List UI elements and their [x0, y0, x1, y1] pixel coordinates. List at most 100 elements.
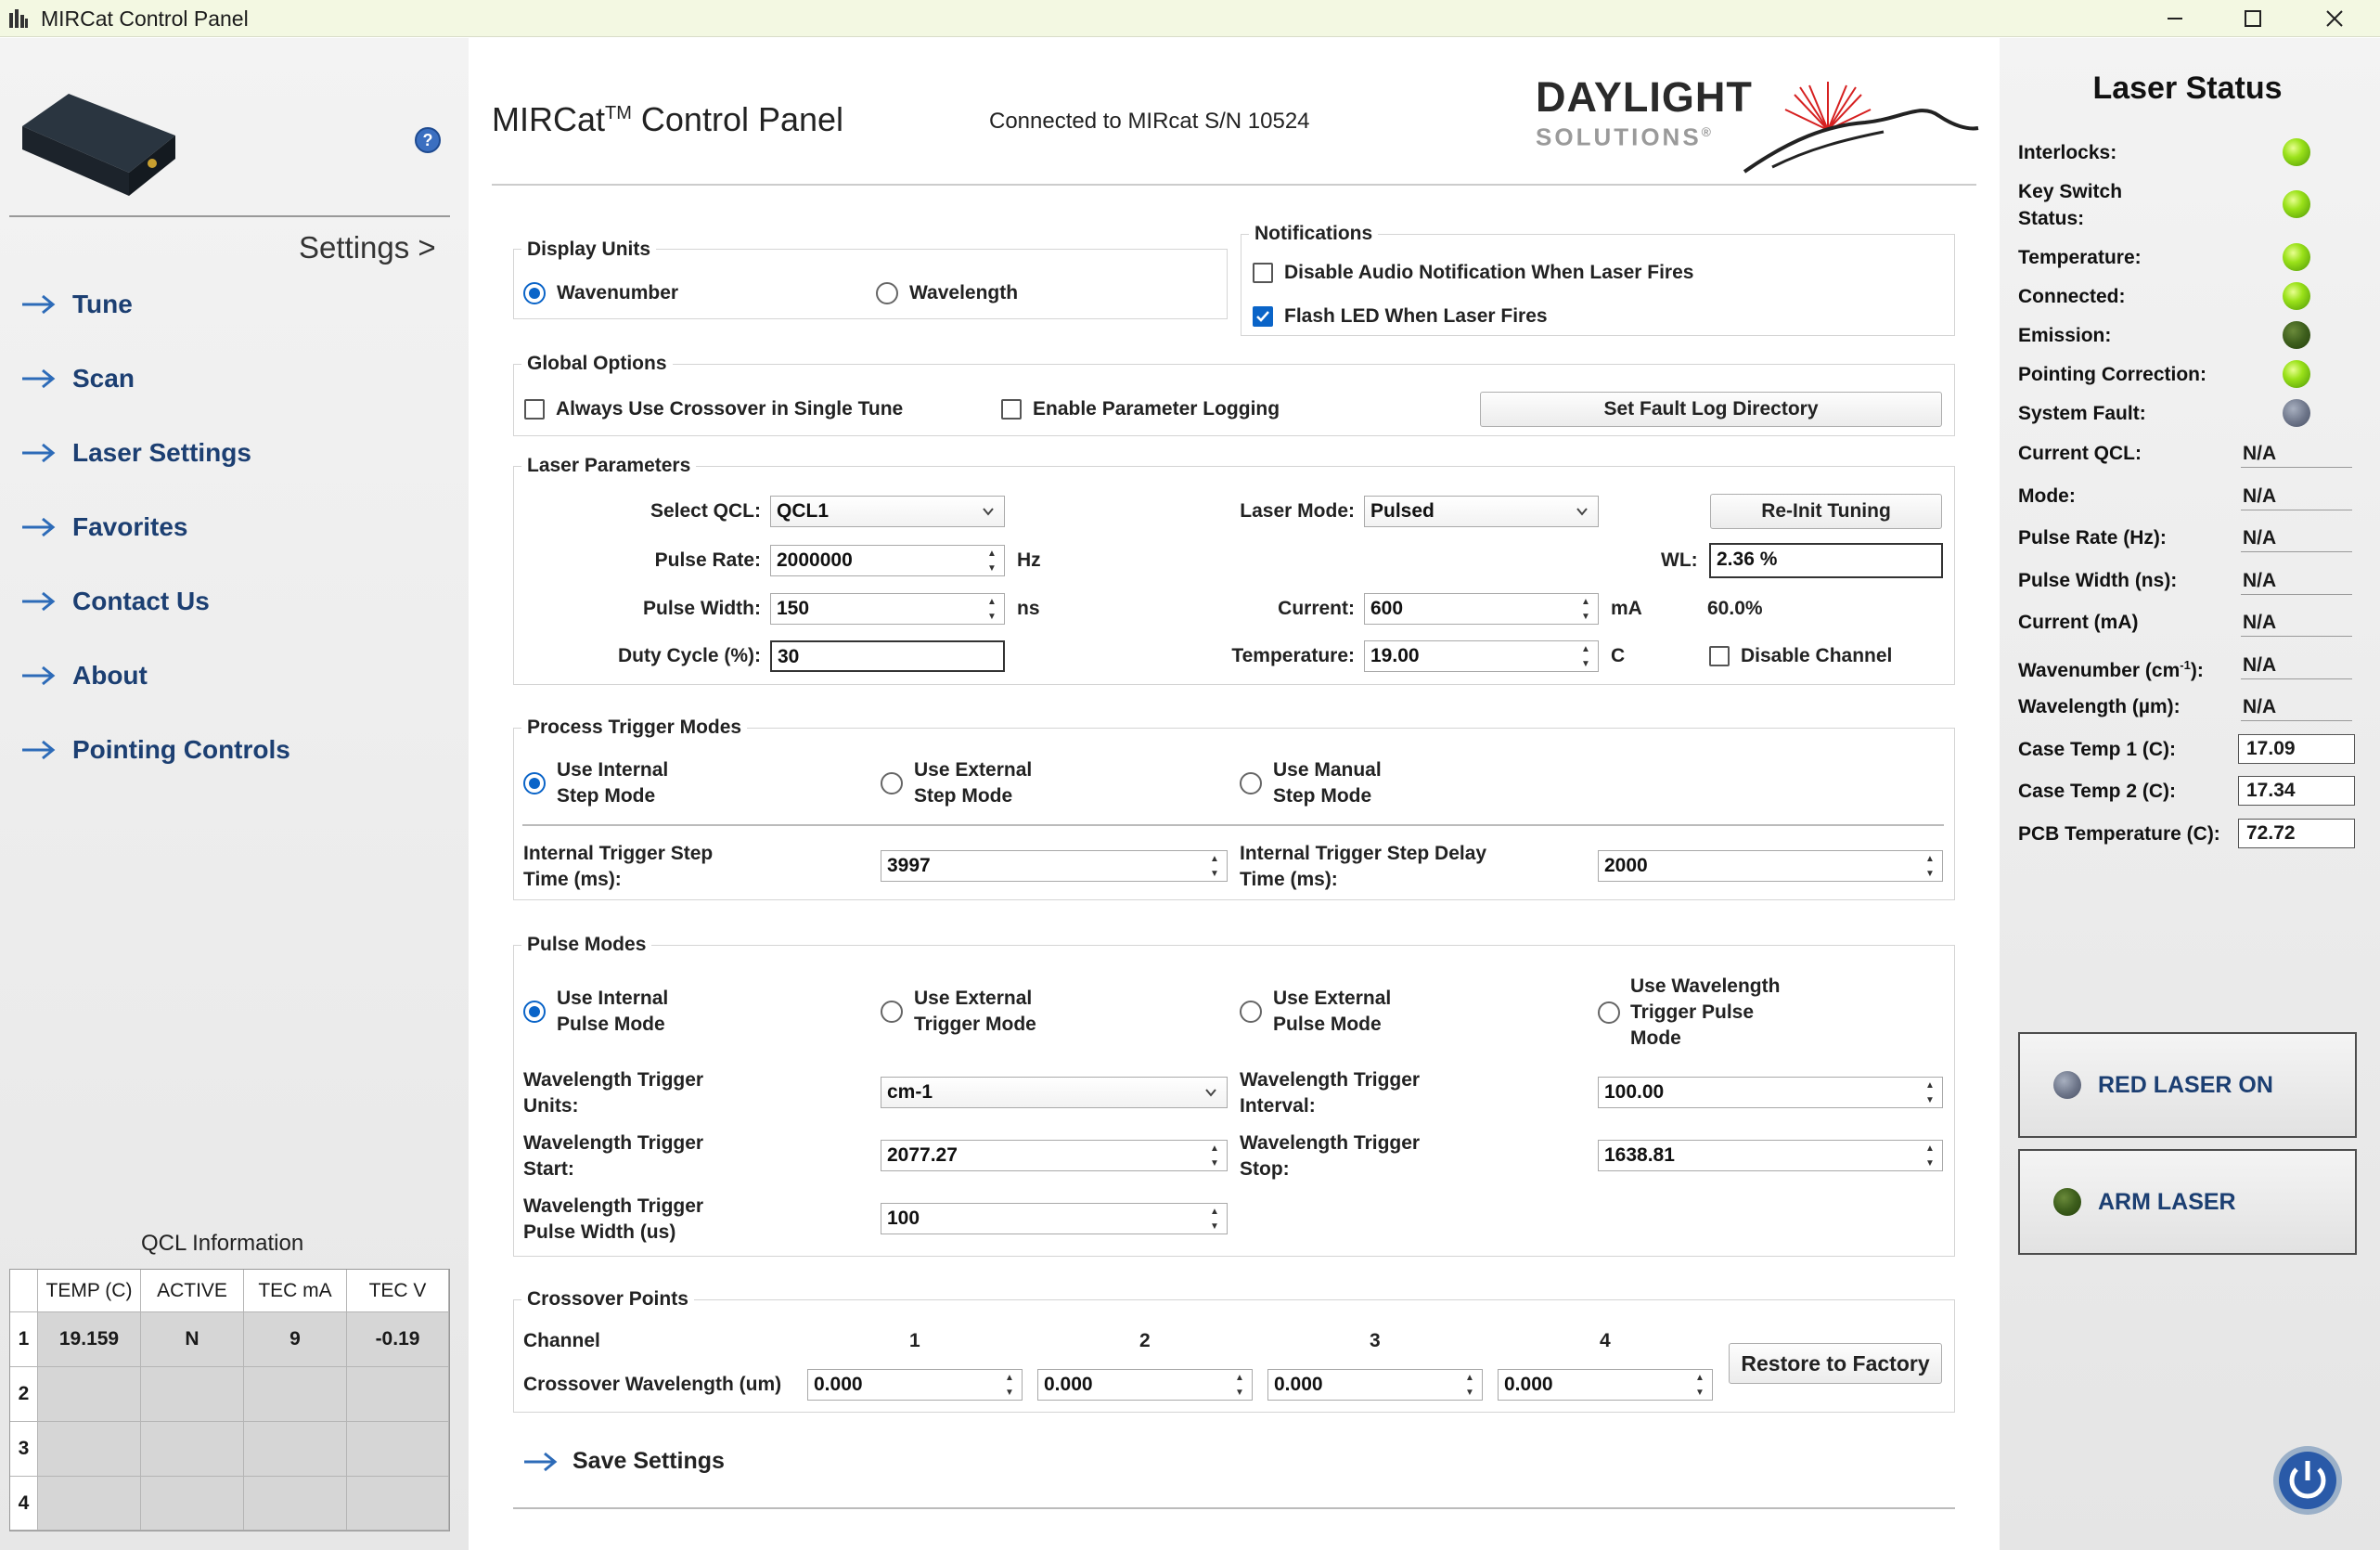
spinner-icon[interactable]: ▲ ▼: [1206, 1207, 1223, 1233]
maximize-button[interactable]: [2214, 0, 2292, 37]
status-value: N/A: [2241, 567, 2352, 595]
nav-pointing-controls[interactable]: Pointing Controls: [20, 735, 290, 765]
label-line: Step Mode: [914, 785, 1013, 807]
wavelength-radio[interactable]: [876, 282, 898, 304]
crossover-wavelength-input[interactable]: 0.000 ▲ ▼: [1498, 1369, 1713, 1401]
wavelength-trigger-pulse-radio[interactable]: [1598, 1001, 1620, 1024]
flash-led-label: Flash LED When Laser Fires: [1284, 305, 1548, 327]
nav-favorites[interactable]: Favorites: [20, 512, 188, 542]
trigger-pulse-width-label: Wavelength Trigger Pulse Width (us): [523, 1194, 703, 1246]
table-cell: [347, 1422, 449, 1477]
flash-led-checkbox[interactable]: [1253, 306, 1273, 327]
external-step-mode-radio[interactable]: [881, 772, 903, 794]
internal-step-mode-radio[interactable]: [523, 772, 546, 794]
help-icon[interactable]: ?: [414, 126, 442, 154]
column-header: ACTIVE: [141, 1270, 244, 1312]
save-settings-button[interactable]: Save Settings: [522, 1448, 725, 1475]
spinner-icon[interactable]: ▲ ▼: [984, 549, 1000, 575]
arrow-right-icon: [22, 665, 56, 686]
nav-scan[interactable]: Scan: [20, 364, 135, 394]
spinner-icon[interactable]: ▲ ▼: [1231, 1373, 1248, 1399]
manual-step-mode-label: Use Manual Step Mode: [1273, 757, 1382, 809]
settings-label[interactable]: Settings >: [299, 230, 436, 265]
chevron-down-icon: [1576, 508, 1588, 516]
nav-laser-settings[interactable]: Laser Settings: [20, 438, 251, 468]
nav-contact-us[interactable]: Contact Us: [20, 587, 210, 616]
spinner-icon[interactable]: ▲ ▼: [1206, 854, 1223, 880]
always-crossover-checkbox[interactable]: [524, 399, 545, 420]
laser-mode-dropdown[interactable]: Pulsed: [1364, 496, 1599, 527]
arm-laser-button[interactable]: ARM LASER: [2018, 1149, 2357, 1255]
spinner-icon[interactable]: ▲ ▼: [1922, 1143, 1938, 1169]
arm-laser-led-icon: [2053, 1188, 2081, 1216]
status-label: Wavelength (µm):: [2018, 696, 2181, 717]
group-label: Notifications: [1249, 223, 1379, 245]
manual-step-mode-radio[interactable]: [1240, 772, 1262, 794]
spinner-icon[interactable]: ▲ ▼: [1577, 597, 1594, 623]
set-fault-log-directory-button[interactable]: Set Fault Log Directory: [1480, 392, 1942, 427]
spinner-icon[interactable]: ▲ ▼: [1922, 854, 1938, 880]
pulse-width-input[interactable]: 150 ▲ ▼: [770, 593, 1005, 625]
nav-label: Laser Settings: [72, 438, 251, 467]
power-icon[interactable]: [2271, 1443, 2345, 1518]
connected-led-icon: [2283, 282, 2310, 310]
key-switch-led-icon: [2283, 190, 2310, 218]
temperature-input[interactable]: 19.00 ▲ ▼: [1364, 640, 1599, 672]
trademark-sup: TM: [605, 103, 632, 123]
crossover-wavelength-input[interactable]: 0.000 ▲ ▼: [807, 1369, 1023, 1401]
spinner-icon[interactable]: ▲ ▼: [1461, 1373, 1478, 1399]
disable-audio-checkbox[interactable]: [1253, 263, 1273, 283]
step-delay-input[interactable]: 2000 ▲ ▼: [1598, 850, 1943, 882]
label-part: ):: [2190, 660, 2204, 681]
status-label: Interlocks:: [2018, 142, 2117, 163]
close-button[interactable]: [2296, 0, 2374, 37]
crossover-wavelength-input[interactable]: 0.000 ▲ ▼: [1267, 1369, 1483, 1401]
crossover-wavelength-input[interactable]: 0.000 ▲ ▼: [1037, 1369, 1253, 1401]
trigger-stop-input[interactable]: 1638.81 ▲ ▼: [1598, 1140, 1943, 1171]
spinner-icon[interactable]: ▲ ▼: [1922, 1080, 1938, 1106]
trigger-interval-input[interactable]: 100.00 ▲ ▼: [1598, 1077, 1943, 1108]
wavenumber-label: Wavenumber: [557, 282, 679, 304]
current-input[interactable]: 600 ▲ ▼: [1364, 593, 1599, 625]
red-laser-on-button[interactable]: RED LASER ON: [2018, 1032, 2357, 1138]
internal-pulse-mode-label: Use Internal Pulse Mode: [557, 986, 668, 1038]
external-pulse-mode-radio[interactable]: [1240, 1001, 1262, 1023]
spinner-icon[interactable]: ▲ ▼: [1206, 1143, 1223, 1169]
external-pulse-mode-label: Use External Pulse Mode: [1273, 986, 1391, 1038]
spinner-icon[interactable]: ▲ ▼: [1001, 1373, 1018, 1399]
status-value: 72.72: [2238, 819, 2355, 848]
reinit-tuning-button[interactable]: Re-Init Tuning: [1710, 494, 1942, 529]
duty-cycle-input[interactable]: 30: [770, 640, 1005, 672]
nav-tune[interactable]: Tune: [20, 290, 133, 319]
logo-line1: DAYLIGHT: [1536, 73, 1753, 121]
group-label: Pulse Modes: [521, 934, 652, 956]
label-line: Use Wavelength: [1630, 975, 1781, 997]
trigger-units-dropdown[interactable]: cm-1: [881, 1077, 1228, 1108]
column-header: TEMP (C): [38, 1270, 141, 1312]
trigger-pulse-width-input[interactable]: 100 ▲ ▼: [881, 1203, 1228, 1234]
spinner-icon[interactable]: ▲ ▼: [984, 597, 1000, 623]
group-label: Crossover Points: [521, 1288, 694, 1311]
restore-to-factory-button[interactable]: Restore to Factory: [1729, 1343, 1942, 1384]
pulse-width-value: 150: [777, 598, 810, 619]
page-title-main: MIRCat: [492, 100, 606, 138]
disable-channel-checkbox[interactable]: [1709, 646, 1730, 666]
channel-number: 3: [1370, 1330, 1381, 1351]
step-time-input[interactable]: 3997 ▲ ▼: [881, 850, 1228, 882]
table-cell: [244, 1422, 347, 1477]
spinner-icon[interactable]: ▲ ▼: [1577, 644, 1594, 670]
sidebar-divider: [9, 215, 450, 217]
spinner-icon[interactable]: ▲ ▼: [1692, 1373, 1708, 1399]
nav-about[interactable]: About: [20, 661, 148, 691]
trigger-start-input[interactable]: 2077.27 ▲ ▼: [881, 1140, 1228, 1171]
pulse-rate-input[interactable]: 2000000 ▲ ▼: [770, 545, 1005, 576]
wavenumber-radio[interactable]: [523, 282, 546, 304]
select-qcl-dropdown[interactable]: QCL1: [770, 496, 1005, 527]
external-trigger-mode-radio[interactable]: [881, 1001, 903, 1023]
enable-logging-checkbox[interactable]: [1001, 399, 1022, 420]
internal-pulse-mode-radio[interactable]: [523, 1001, 546, 1023]
wl-input[interactable]: 2.36 %: [1709, 543, 1943, 578]
table-cell: [347, 1477, 449, 1531]
minimize-button[interactable]: [2136, 0, 2214, 37]
arrow-right-icon: [22, 443, 56, 463]
